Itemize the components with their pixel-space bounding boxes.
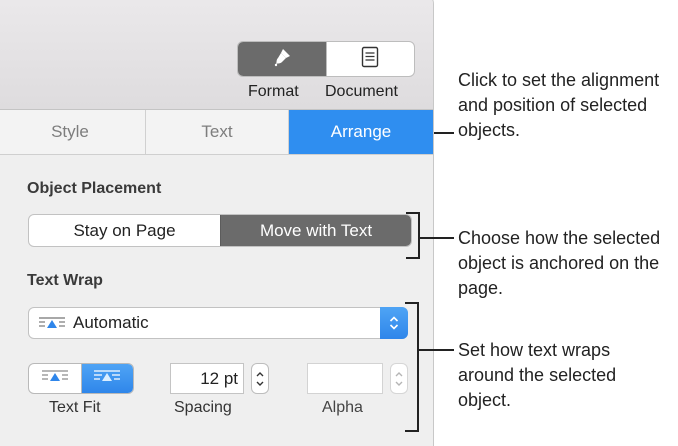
alpha-label: Alpha bbox=[322, 399, 363, 416]
popup-arrows-icon[interactable] bbox=[380, 307, 408, 339]
move-with-text-button[interactable]: Move with Text bbox=[220, 215, 411, 246]
placement-bracket-vertical bbox=[418, 212, 420, 259]
wrap-callout-text: Set how text wraps around the selected o… bbox=[458, 340, 617, 410]
inspector-tabs: Style Text Arrange bbox=[0, 110, 433, 155]
arrange-callout-line bbox=[434, 132, 454, 134]
text-wrap-icon bbox=[39, 316, 65, 330]
wrap-shape-icon bbox=[94, 369, 121, 388]
object-placement-control: Stay on Page Move with Text bbox=[28, 214, 412, 247]
arrange-pane: Object Placement Stay on Page Move with … bbox=[0, 155, 433, 446]
spacing-field[interactable]: 12 pt bbox=[170, 363, 244, 394]
wrap-bracket-bottom bbox=[405, 430, 419, 432]
document-label: Document bbox=[325, 83, 398, 100]
tab-style[interactable]: Style bbox=[0, 110, 145, 154]
stay-on-page-button[interactable]: Stay on Page bbox=[29, 215, 220, 246]
placement-bracket-bottom bbox=[406, 257, 420, 259]
alpha-field[interactable] bbox=[307, 363, 383, 394]
text-wrap-popup[interactable]: Automatic bbox=[28, 307, 408, 339]
text-fit-control bbox=[28, 363, 134, 394]
arrange-callout-text: Click to set the alignment and position … bbox=[458, 70, 660, 140]
inspector-toolbar: Format Document bbox=[0, 0, 433, 110]
text-wrap-heading: Text Wrap bbox=[27, 272, 103, 289]
text-fit-label: Text Fit bbox=[49, 399, 101, 416]
text-wrap-value: Automatic bbox=[73, 313, 149, 332]
format-button[interactable] bbox=[238, 42, 326, 76]
wrap-bounds-icon bbox=[41, 369, 68, 388]
document-icon bbox=[361, 46, 379, 73]
format-inspector-panel: Format Document Style Text Arrange Objec… bbox=[0, 0, 434, 446]
text-fit-shape-button[interactable] bbox=[80, 364, 133, 393]
spacing-label: Spacing bbox=[174, 399, 232, 416]
object-placement-heading: Object Placement bbox=[27, 180, 162, 197]
placement-callout-text: Choose how the selected object is anchor… bbox=[458, 228, 661, 298]
tab-arrange[interactable]: Arrange bbox=[288, 110, 433, 154]
format-document-toggle bbox=[237, 41, 415, 77]
spacing-stepper[interactable] bbox=[251, 363, 269, 394]
wrap-bracket-vertical bbox=[417, 302, 419, 432]
alpha-stepper[interactable] bbox=[390, 363, 408, 394]
document-button[interactable] bbox=[325, 42, 415, 76]
format-label: Format bbox=[248, 83, 299, 100]
wrap-callout-line bbox=[419, 349, 454, 351]
tab-text[interactable]: Text bbox=[145, 110, 288, 154]
placement-callout-line bbox=[420, 237, 454, 239]
text-fit-outline-button[interactable] bbox=[29, 364, 81, 393]
paintbrush-icon bbox=[271, 46, 293, 73]
